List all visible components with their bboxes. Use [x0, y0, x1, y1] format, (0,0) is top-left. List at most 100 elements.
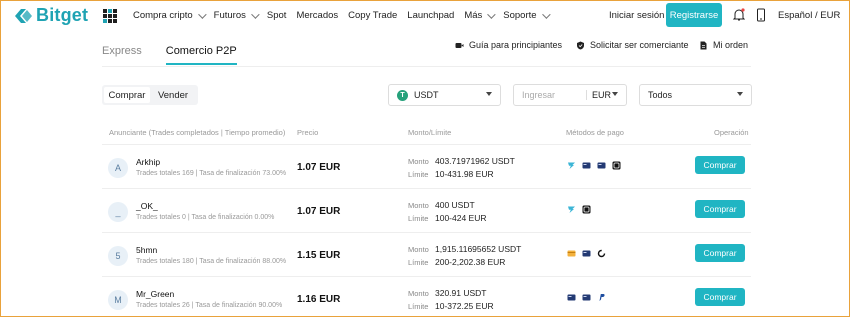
payment-method-select[interactable]: Todos [639, 84, 752, 106]
advertiser-name[interactable]: Mr_Green [136, 289, 174, 299]
payment-methods [567, 161, 621, 170]
advertiser-name[interactable]: Arkhip [136, 157, 160, 167]
advertiser-name[interactable]: 5hmn [136, 245, 157, 255]
amount-label: Monto [408, 201, 429, 210]
login-link[interactable]: Iniciar sesión [609, 10, 664, 21]
asset-select[interactable]: T USDT [388, 84, 501, 106]
tab-express[interactable]: Express [102, 45, 142, 57]
buy-button[interactable]: Comprar [695, 156, 745, 174]
beginners-guide-label: Guía para principiantes [469, 40, 563, 50]
shield-icon [577, 41, 584, 49]
ring-icon [597, 249, 606, 258]
amount-placeholder: Ingresar [522, 90, 556, 100]
buy-button[interactable]: Comprar [695, 288, 745, 306]
register-button[interactable]: Registrarse [666, 3, 722, 27]
video-icon [455, 42, 464, 48]
apps-grid-icon[interactable] [103, 9, 117, 23]
advertiser-stats: Trades totales 0 | Tasa de finalización … [136, 214, 275, 221]
header-price: Precio [297, 128, 319, 137]
chevron-down-icon [486, 92, 492, 96]
nav-item-launchpad[interactable]: Launchpad [407, 10, 454, 21]
header-operation: Operación [714, 128, 749, 137]
language-currency-selector[interactable]: Español / EUR [778, 10, 840, 21]
chevron-down-icon [487, 9, 496, 19]
currency-select-value[interactable]: EUR [592, 90, 611, 100]
subheader-divider [102, 66, 751, 67]
bell-icon[interactable] [733, 8, 745, 22]
nav-item-label: Futuros [213, 10, 246, 21]
bank-card-icon [567, 294, 576, 301]
nav-item-label: Más [464, 10, 483, 21]
wise-icon [568, 206, 575, 213]
chevron-down-icon [737, 92, 743, 96]
nav-item-spot[interactable]: Spot [267, 10, 287, 21]
nav-item-compra-cripto[interactable]: Compra cripto [133, 9, 207, 21]
advertiser-name[interactable]: _OK_ [136, 201, 158, 211]
payment-methods [567, 249, 606, 258]
bitget-logo-icon [15, 8, 32, 23]
asset-select-value: USDT [414, 90, 439, 100]
top-nav: Bitget Compra cripto Futuros Spot Mercados C… [0, 0, 850, 32]
input-separator [586, 90, 587, 100]
chevron-down-icon [197, 9, 207, 19]
header-payment-methods: Métodos de pago [566, 128, 624, 137]
limit-label: Límite [408, 258, 429, 267]
nav-item-label: Launchpad [407, 10, 455, 21]
main-menu: Compra cripto Futuros Spot Mercados Copy Tra… [133, 9, 558, 21]
nav-item-mercados[interactable]: Mercados [296, 10, 338, 21]
offer-amount: 403.71971962 USDT [435, 156, 515, 166]
limit-label: Límite [408, 302, 429, 311]
bank-card-icon [582, 294, 591, 301]
advertiser-stats: Trades totales 26 | Tasa de finalización… [136, 302, 283, 309]
amount-label: Monto [408, 289, 429, 298]
nav-item-futuros[interactable]: Futuros [213, 9, 260, 21]
bank-card-icon [582, 250, 591, 257]
nav-item-label: Spot [266, 10, 287, 21]
offer-price: 1.07 EUR [297, 162, 341, 173]
advertiser-stats: Trades totales 180 | Tasa de finalizació… [136, 258, 287, 265]
toggle-sell[interactable]: Vender [150, 87, 196, 103]
nav-item-copy-trade[interactable]: Copy Trade [348, 10, 397, 21]
bank-card-icon [582, 162, 591, 169]
avatar: M [108, 290, 128, 310]
toggle-buy[interactable]: Comprar [104, 87, 150, 103]
mobile-app-icon[interactable] [756, 8, 766, 22]
nav-item-label: Mercados [296, 10, 339, 21]
document-icon [700, 41, 707, 49]
paypal-icon [599, 294, 605, 301]
logo[interactable]: Bitget [12, 5, 88, 26]
bank-card-icon [597, 162, 606, 169]
buy-sell-toggle: Comprar Vender [102, 85, 198, 105]
offer-price: 1.07 EUR [297, 206, 341, 217]
header-advertiser: Anunciante (Trades completados | Tiempo … [109, 128, 286, 137]
mode-tabs: Express Comercio P2P [102, 45, 237, 65]
advertiser-stats: Trades totales 169 | Tasa de finalizació… [136, 170, 287, 177]
payment-method-select-value: Todos [648, 90, 673, 100]
nav-item-más[interactable]: Más [464, 9, 496, 21]
table-row: 5 5hmn Trades totales 180 | Tasa de finali… [102, 232, 751, 276]
my-orders-link[interactable]: Mi orden [699, 40, 748, 50]
limit-label: Límite [408, 214, 429, 223]
header-amount-limit: Monto/Límite [408, 128, 452, 137]
chevron-down-icon [251, 9, 260, 19]
offer-limit: 10-431.98 EUR [435, 169, 494, 179]
offer-amount: 320.91 USDT [435, 288, 487, 298]
nav-item-label: Soporte [503, 10, 537, 21]
payment-methods [567, 205, 591, 214]
buy-button[interactable]: Comprar [695, 244, 745, 262]
tab-p2p[interactable]: Comercio P2P [165, 45, 237, 65]
buy-button[interactable]: Comprar [695, 200, 745, 218]
amount-label: Monto [408, 245, 429, 254]
avatar: A [108, 158, 128, 178]
payment-methods [567, 293, 606, 302]
become-merchant-link[interactable]: Solicitar ser comerciante [576, 40, 689, 50]
avatar: 5 [108, 246, 128, 266]
offer-amount: 1,915.11695652 USDT [435, 244, 522, 254]
amount-input[interactable]: Ingresar EUR [513, 84, 627, 106]
offer-price: 1.16 EUR [297, 294, 341, 305]
offer-price: 1.15 EUR [297, 250, 341, 261]
beginners-guide-link[interactable]: Guía para principiantes [455, 40, 562, 50]
logo-text: Bitget [36, 5, 89, 25]
nav-item-soporte[interactable]: Soporte [503, 9, 551, 21]
chevron-down-icon [541, 9, 551, 19]
